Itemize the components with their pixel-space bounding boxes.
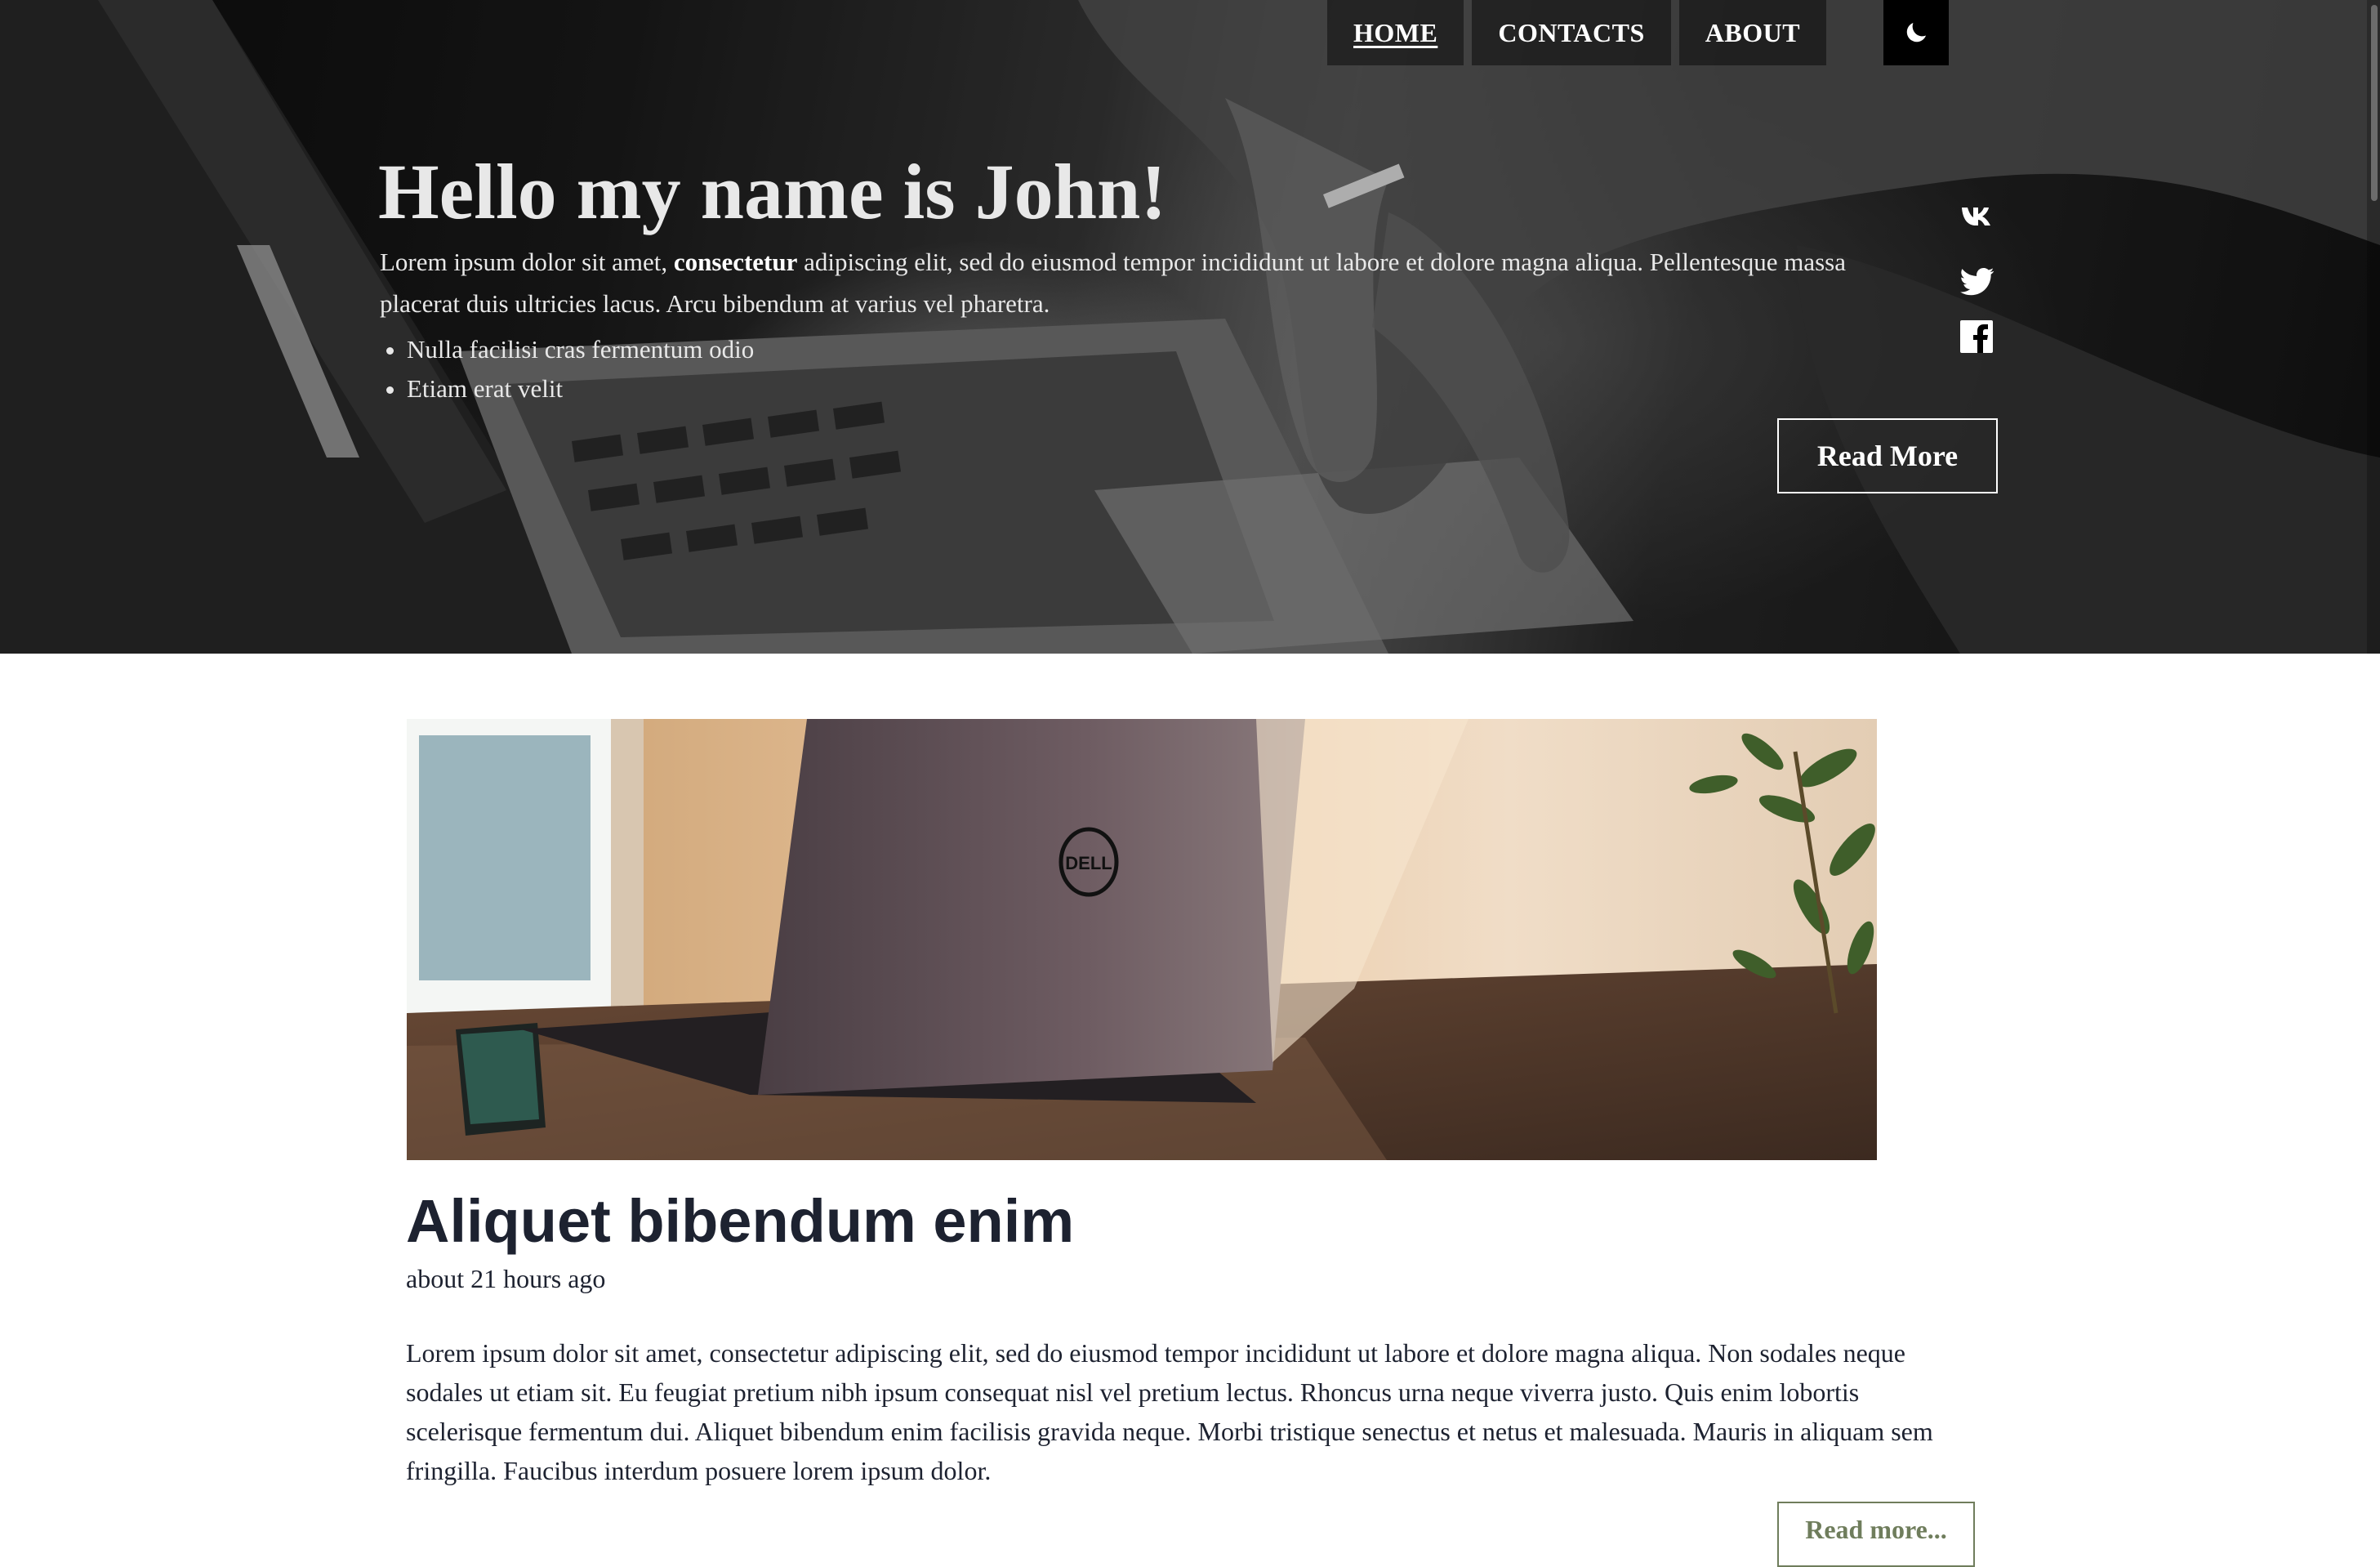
hero-intro-text-start: Lorem ipsum dolor sit amet, (380, 248, 674, 276)
nav-about[interactable]: ABOUT (1678, 0, 1827, 65)
hero-intro-text: Lorem ipsum dolor sit amet, consectetur … (380, 241, 1915, 324)
hero-list-item: Etiam erat velit (407, 369, 754, 408)
moon-icon (1906, 22, 1927, 42)
page-scrollbar[interactable] (2367, 0, 2380, 654)
facebook-icon[interactable] (1960, 320, 1994, 355)
post-title: Aliquet bibendum enim (406, 1187, 1075, 1255)
hero-list: Nulla facilisi cras fermentum odio Etiam… (380, 330, 754, 408)
social-links (1960, 208, 1994, 373)
vk-icon[interactable] (1960, 208, 1994, 248)
post-read-more-button[interactable]: Read more... (1777, 1502, 1975, 1567)
post-timestamp: about 21 hours ago (406, 1264, 606, 1293)
twitter-icon[interactable] (1960, 267, 1994, 301)
hero-read-more-button[interactable]: Read More (1777, 418, 1998, 493)
hero-section: HOME CONTACTS ABOUT Hello my name is Joh… (0, 0, 2380, 654)
hero-overlay (0, 0, 2380, 654)
theme-toggle-button[interactable] (1883, 0, 1949, 65)
nav-home[interactable]: HOME (1327, 0, 1464, 65)
post-image: DELL (407, 719, 1877, 1160)
dell-logo-text: DELL (1065, 853, 1112, 873)
scrollbar-thumb[interactable] (2371, 5, 2378, 201)
hero-intro-text-bold: consectetur (673, 248, 798, 276)
hero-list-item: Nulla facilisi cras fermentum odio (407, 330, 754, 369)
hero-title: Hello my name is John! (378, 148, 1167, 235)
post-body: Lorem ipsum dolor sit amet, consectetur … (406, 1338, 1933, 1485)
main-nav: HOME CONTACTS ABOUT (1327, 0, 1834, 65)
nav-contacts[interactable]: CONTACTS (1472, 0, 1671, 65)
